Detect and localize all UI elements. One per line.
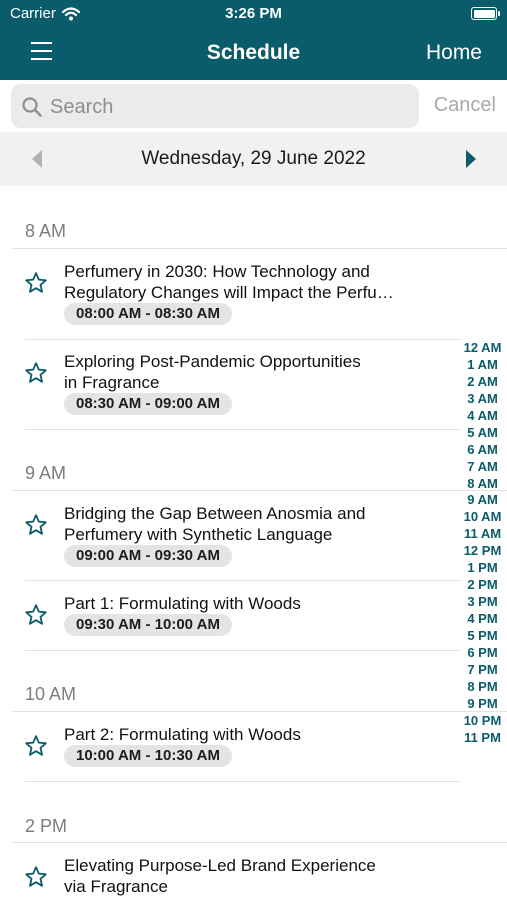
section-header: 2 PM (25, 816, 68, 836)
session-row[interactable]: Elevating Purpose-Led Brand Experience vi… (0, 843, 460, 900)
star-outline-icon[interactable] (24, 603, 48, 627)
divider (25, 781, 460, 782)
index-item[interactable]: 9 AM (458, 491, 507, 508)
session-time: 09:30 AM - 10:00 AM (64, 614, 232, 636)
chevron-right-icon[interactable] (466, 150, 476, 168)
session-row[interactable]: Exploring Post-Pandemic Opportunities in … (0, 340, 460, 429)
current-date: Wednesday, 29 June 2022 (141, 148, 366, 169)
session-time: 08:30 AM - 09:00 AM (64, 393, 232, 415)
section-header: 9 AM (25, 463, 67, 483)
session-time: 08:00 AM - 08:30 AM (64, 303, 232, 325)
index-item[interactable]: 10 PM (458, 712, 507, 729)
index-item[interactable]: 1 PM (458, 559, 507, 576)
schedule-list[interactable]: 8 AM Perfumery in 2030: How Technology a… (0, 186, 507, 900)
index-item[interactable]: 3 AM (458, 390, 507, 407)
session-row[interactable]: Perfumery in 2030: How Technology and Reg… (0, 249, 460, 339)
app-header: Carrier 3:26 PM Schedule Home (0, 0, 507, 80)
status-time: 3:26 PM (225, 5, 282, 22)
index-item[interactable]: 4 AM (458, 407, 507, 424)
index-item[interactable]: 9 PM (458, 695, 507, 712)
search-icon (22, 97, 42, 117)
index-item[interactable]: 11 AM (458, 525, 507, 542)
nav-bar: Schedule Home (0, 36, 507, 72)
index-item[interactable]: 11 PM (458, 729, 507, 746)
cancel-button[interactable]: Cancel (434, 94, 496, 117)
index-item[interactable]: 1 AM (458, 356, 507, 373)
index-item[interactable]: 2 PM (458, 576, 507, 593)
session-title: Part 1: Formulating with Woods (64, 594, 301, 613)
index-item[interactable]: 2 AM (458, 373, 507, 390)
index-item[interactable]: 8 AM (458, 475, 507, 492)
index-item[interactable]: 3 PM (458, 593, 507, 610)
session-row[interactable]: Bridging the Gap Between Anosmia and Perf… (0, 491, 460, 580)
divider (25, 429, 460, 430)
index-item[interactable]: 6 PM (458, 644, 507, 661)
session-time: 10:00 AM - 10:30 AM (64, 745, 232, 767)
index-item[interactable]: 7 AM (458, 458, 507, 475)
index-item[interactable]: 5 AM (458, 424, 507, 441)
index-item[interactable]: 10 AM (458, 508, 507, 525)
hour-index-bar[interactable]: 12 AM 1 AM 2 AM 3 AM 4 AM 5 AM 6 AM 7 AM… (458, 339, 507, 746)
session-title: Bridging the Gap Between Anosmia and Perf… (64, 504, 366, 544)
session-title: Perfumery in 2030: How Technology and Reg… (64, 262, 394, 302)
session-row[interactable]: Part 1: Formulating with Woods 09:30 AM … (0, 581, 460, 650)
index-item[interactable]: 8 PM (458, 678, 507, 695)
index-item[interactable]: 12 AM (458, 339, 507, 356)
session-title: Part 2: Formulating with Woods (64, 725, 301, 744)
session-row[interactable]: Part 2: Formulating with Woods 10:00 AM … (0, 712, 460, 781)
index-item[interactable]: 4 PM (458, 610, 507, 627)
search-bar: Cancel (0, 80, 507, 132)
home-button[interactable]: Home (426, 41, 482, 65)
divider (25, 650, 460, 651)
star-outline-icon[interactable] (24, 734, 48, 758)
star-outline-icon[interactable] (24, 513, 48, 537)
status-bar: Carrier 3:26 PM (0, 5, 507, 25)
star-outline-icon[interactable] (24, 361, 48, 385)
index-item[interactable]: 6 AM (458, 441, 507, 458)
session-time: 09:00 AM - 09:30 AM (64, 545, 232, 567)
index-item[interactable]: 7 PM (458, 661, 507, 678)
search-field[interactable] (11, 84, 419, 128)
star-outline-icon[interactable] (24, 865, 48, 889)
star-outline-icon[interactable] (24, 271, 48, 295)
session-title: Elevating Purpose-Led Brand Experience vi… (64, 856, 376, 896)
section-header: 10 AM (25, 684, 77, 704)
section-header: 8 AM (25, 221, 67, 241)
battery-icon (471, 7, 500, 20)
search-input[interactable] (48, 92, 412, 122)
index-item[interactable]: 5 PM (458, 627, 507, 644)
index-item[interactable]: 12 PM (458, 542, 507, 559)
date-navigator: Wednesday, 29 June 2022 (0, 132, 507, 186)
session-title: Exploring Post-Pandemic Opportunities in … (64, 352, 361, 392)
